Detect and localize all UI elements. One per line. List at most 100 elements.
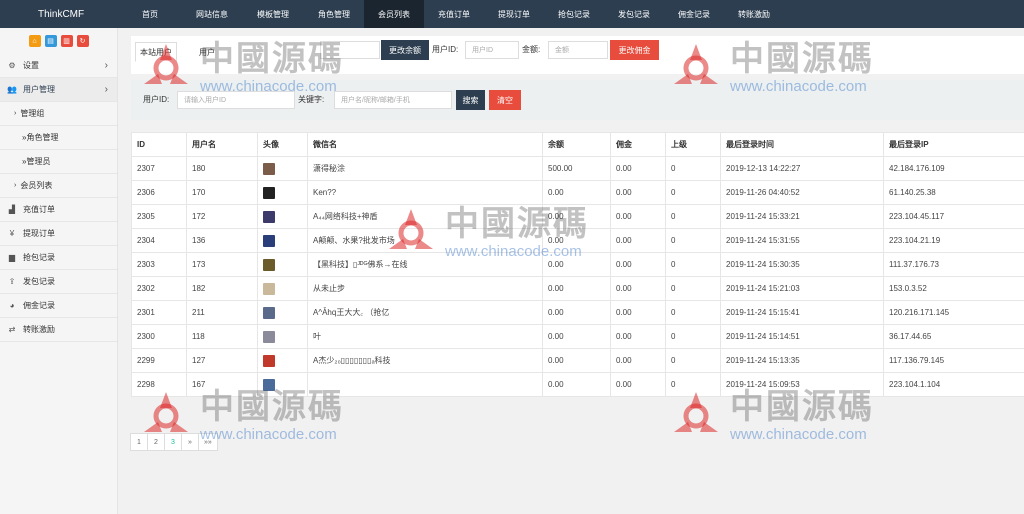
nav-grab-records[interactable]: 抢包记录 <box>544 0 604 28</box>
chevron-down-icon: › <box>104 84 108 95</box>
caret-right-icon: › <box>14 182 17 189</box>
avatar[interactable] <box>263 282 275 295</box>
tab-users[interactable]: 用户 <box>199 42 215 62</box>
balance-amount-input[interactable] <box>320 41 380 59</box>
nav-site-info[interactable]: 网站信息 <box>182 0 242 28</box>
cell-last-login-time: 2019-11-24 15:33:21 <box>720 204 884 229</box>
cell-avatar <box>257 324 308 349</box>
tab-site-users[interactable]: 本站用户 <box>135 42 177 62</box>
nav-send-records[interactable]: 发包记录 <box>604 0 664 28</box>
commission-userid-input[interactable]: 用户ID <box>465 41 519 59</box>
bar-chart-icon: ▆ <box>8 253 16 262</box>
cell-balance: 0.00 <box>542 180 611 205</box>
avatar[interactable] <box>263 306 275 319</box>
keyword-input[interactable]: 用户名/昵称/邮箱/手机 <box>334 91 452 109</box>
sidebar-item-label: 充值订单 <box>23 205 55 214</box>
search-userid-input[interactable]: 请输入用户ID <box>177 91 295 109</box>
users-icon: 👥 <box>7 85 17 94</box>
column-header-username[interactable]: 用户名 <box>186 132 258 157</box>
table-row: 2302 182 从未止步 0.00 0.00 0 2019-11-24 15:21:03 1… <box>131 276 1024 301</box>
trash-icon[interactable]: ▥ <box>60 35 73 47</box>
change-commission-button[interactable]: 更改佣金 <box>610 40 659 60</box>
column-header-avatar: 头像 <box>257 132 308 157</box>
avatar[interactable] <box>263 258 275 271</box>
sidebar-item-settings[interactable]: ⚙ 设置 › <box>0 54 117 78</box>
cell-last-login-time: 2019-11-24 15:09:53 <box>720 372 884 397</box>
sidebar-item-member-list[interactable]: › 会员列表 <box>0 174 117 198</box>
sidebar-item-label: 抢包记录 <box>23 253 55 262</box>
sidebar-item-send-records[interactable]: ⇪ 发包记录 <box>0 270 117 294</box>
commission-amount-input[interactable]: 金额 <box>548 41 608 59</box>
cell-balance: 500.00 <box>542 156 611 181</box>
nav-withdraw-orders[interactable]: 提现订单 <box>484 0 544 28</box>
sidebar-item-administrators[interactable]: »管理员 <box>0 150 117 174</box>
column-header-id[interactable]: ID <box>131 132 187 157</box>
pagination: 1 2 3 » »» <box>130 433 218 451</box>
cell-commission: 0.00 <box>610 180 666 205</box>
cell-wechat-name: 潇得秘涂 <box>307 156 543 181</box>
chart-area-icon: ▟ <box>8 205 16 214</box>
sidebar-item-recharge-orders[interactable]: ▟ 充值订单 <box>0 198 117 222</box>
nav-members[interactable]: 会员列表 <box>364 0 424 28</box>
column-header-last-login-time[interactable]: 最后登录时间 <box>720 132 884 157</box>
yen-icon: ¥ <box>9 229 15 238</box>
sidebar-item-withdraw-orders[interactable]: ¥ 提现订单 <box>0 222 117 246</box>
nav-roles[interactable]: 角色管理 <box>304 0 364 28</box>
sidebar-item-transfer-rewards[interactable]: ⇄ 转账激励 <box>0 318 117 342</box>
change-balance-button[interactable]: 更改余额 <box>381 40 429 60</box>
file-icon[interactable]: ▤ <box>44 35 57 47</box>
home-icon[interactable]: ⌂ <box>28 35 41 47</box>
cell-avatar <box>257 348 308 373</box>
cell-parent: 0 <box>665 348 721 373</box>
sidebar-item-role-management[interactable]: »角色管理 <box>0 126 117 150</box>
column-header-commission[interactable]: 佣金 <box>610 132 666 157</box>
cell-username: 170 <box>186 180 258 205</box>
page-link[interactable]: 2 <box>147 433 165 451</box>
cell-id: 2304 <box>131 228 187 253</box>
sidebar-item-user-management[interactable]: 👥 用户管理 › <box>0 78 117 102</box>
nav-templates[interactable]: 模板管理 <box>242 0 304 28</box>
cell-username: 136 <box>186 228 258 253</box>
cell-wechat-name: A₄₄网络科技+神盾 <box>307 204 543 229</box>
cell-username: 127 <box>186 348 258 373</box>
cell-balance: 0.00 <box>542 324 611 349</box>
sidebar-item-commission-records[interactable]: ◕ 佣金记录 <box>0 294 117 318</box>
refresh-icon[interactable]: ↻ <box>76 35 89 47</box>
cell-username: 211 <box>186 300 258 325</box>
clear-button[interactable]: 清空 <box>489 90 521 110</box>
caret-right-icon: › <box>14 110 17 117</box>
cell-commission: 0.00 <box>610 156 666 181</box>
page-link-current[interactable]: 3 <box>164 433 182 451</box>
search-button[interactable]: 搜索 <box>456 90 485 110</box>
nav-recharge-orders[interactable]: 充值订单 <box>424 0 484 28</box>
cell-last-login-ip: 42.184.176.109 <box>883 156 1024 181</box>
avatar[interactable] <box>263 234 275 247</box>
avatar[interactable] <box>263 210 275 223</box>
cell-balance: 0.00 <box>542 252 611 277</box>
sidebar-item-grab-records[interactable]: ▆ 抢包记录 <box>0 246 117 270</box>
nav-commission-records[interactable]: 佣金记录 <box>664 0 724 28</box>
nav-home[interactable]: 首页 <box>118 0 182 28</box>
cell-last-login-time: 2019-11-24 15:13:35 <box>720 348 884 373</box>
page-last[interactable]: »» <box>198 433 218 451</box>
column-header-wechat-name: 微信名 <box>307 132 543 157</box>
avatar[interactable] <box>263 330 275 343</box>
cell-id: 2302 <box>131 276 187 301</box>
cell-last-login-time: 2019-11-26 04:40:52 <box>720 180 884 205</box>
page-next[interactable]: » <box>181 433 199 451</box>
avatar[interactable] <box>263 354 275 367</box>
watermark-url: www.chinacode.com <box>730 425 867 443</box>
cell-parent: 0 <box>665 252 721 277</box>
brand-logo[interactable]: ThinkCMF <box>0 0 118 28</box>
avatar[interactable] <box>263 186 275 199</box>
cell-id: 2306 <box>131 180 187 205</box>
page-link[interactable]: 1 <box>130 433 148 451</box>
column-header-last-login-ip: 最后登录IP <box>883 132 1024 157</box>
nav-transfer-rewards[interactable]: 转账激励 <box>724 0 784 28</box>
column-header-balance[interactable]: 余额 <box>542 132 611 157</box>
avatar[interactable] <box>263 378 275 391</box>
sidebar: ⌂ ▤ ▥ ↻ ⚙ 设置 › 👥 用户管理 › › 管理组 »角色管理 »管理员… <box>0 28 118 514</box>
sidebar-item-admin-group[interactable]: › 管理组 <box>0 102 117 126</box>
avatar[interactable] <box>263 162 275 175</box>
cell-commission: 0.00 <box>610 324 666 349</box>
